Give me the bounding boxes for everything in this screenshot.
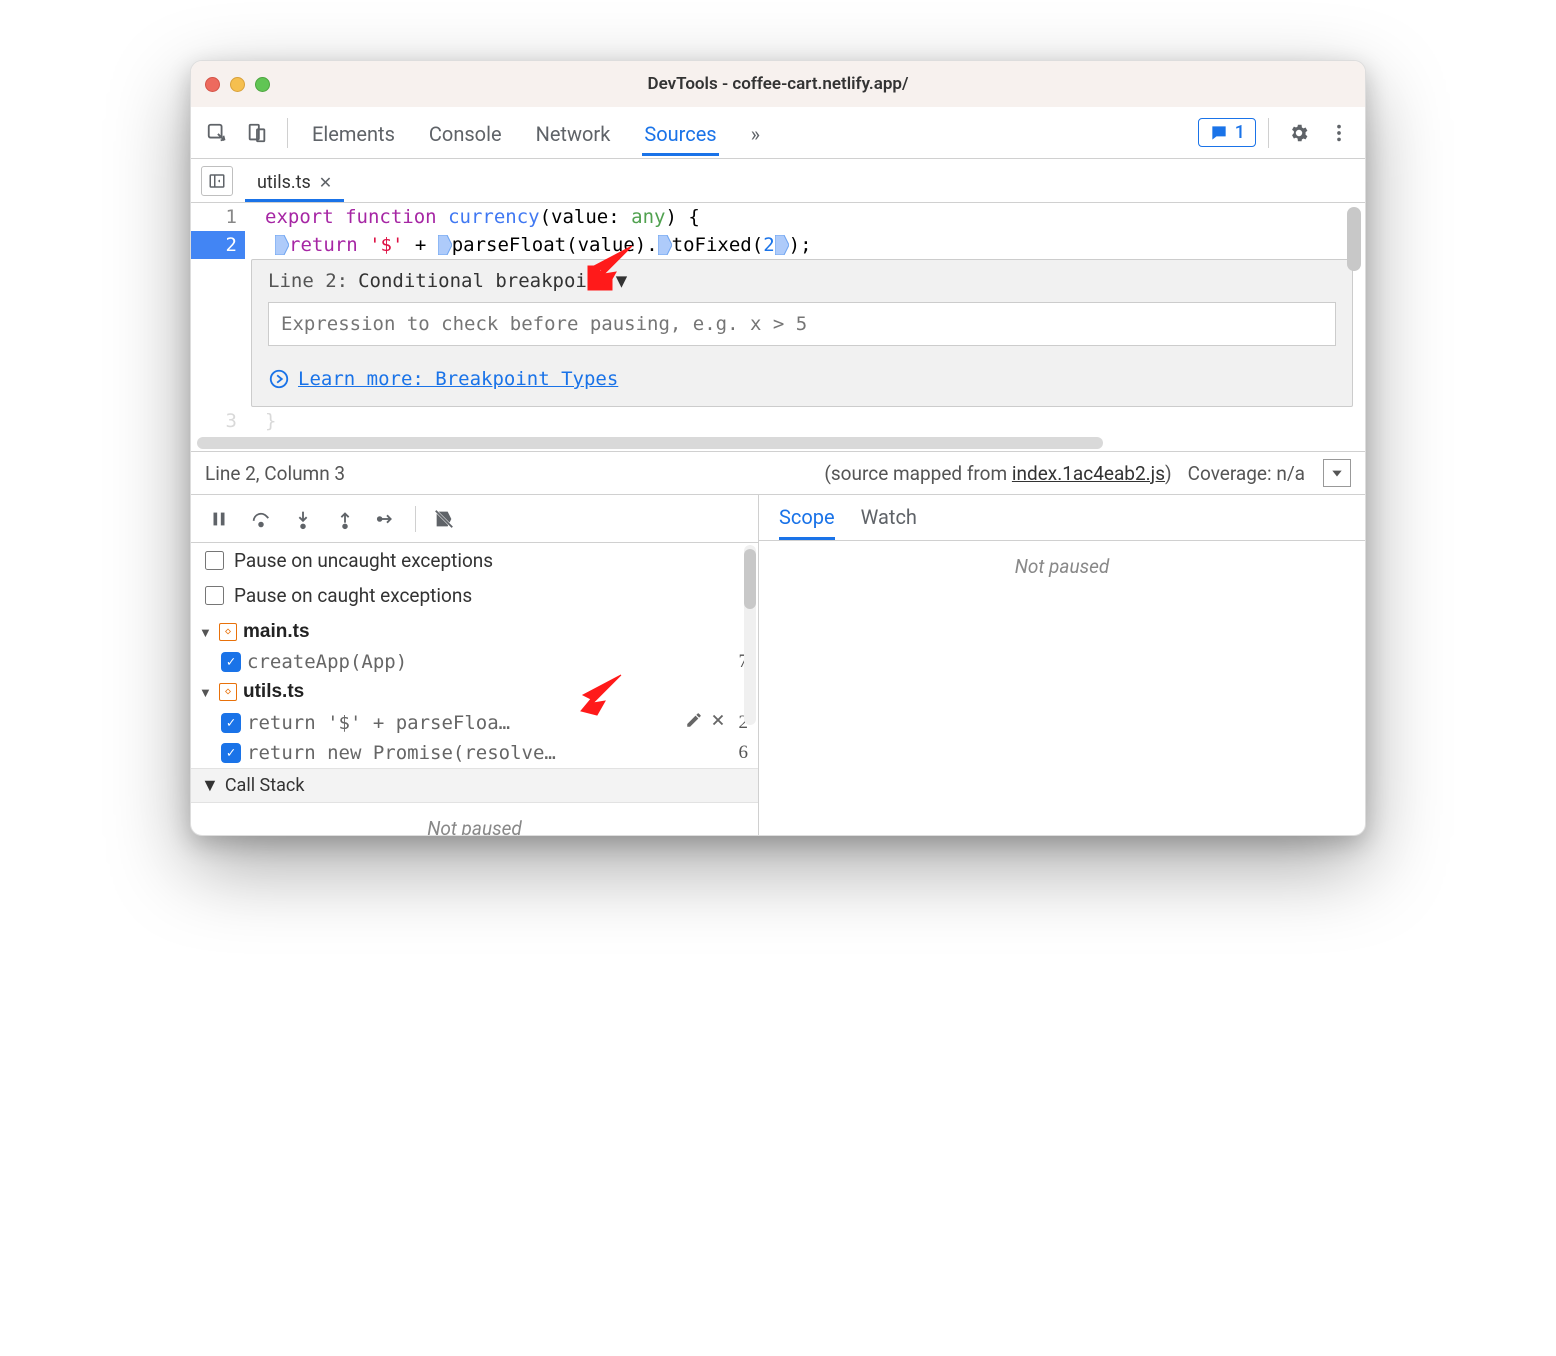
code-text-2: return '$' + parseFloat(value).toFixed(2… bbox=[245, 231, 812, 259]
minimize-window-button[interactable] bbox=[230, 77, 245, 92]
debugger-left-pane: Pause on uncaught exceptions Pause on ca… bbox=[191, 495, 759, 835]
navigator-toggle-icon[interactable] bbox=[201, 166, 233, 196]
learn-more-link[interactable]: Learn more: Breakpoint Types bbox=[268, 368, 1336, 390]
inline-bp-marker-icon[interactable] bbox=[775, 235, 789, 255]
code-vertical-scrollbar[interactable] bbox=[1347, 203, 1361, 443]
inline-bp-marker-icon[interactable] bbox=[438, 235, 452, 255]
devtools-window: DevTools - coffee-cart.netlify.app/ Elem… bbox=[190, 60, 1366, 836]
ts-file-icon: ⋄ bbox=[219, 683, 237, 701]
debugger-panes: Pause on uncaught exceptions Pause on ca… bbox=[191, 495, 1365, 835]
scope-watch-tabs: Scope Watch bbox=[759, 495, 1365, 541]
call-stack-header[interactable]: ▼ Call Stack bbox=[191, 768, 758, 803]
pause-icon[interactable] bbox=[201, 501, 237, 537]
pause-uncaught-row[interactable]: Pause on uncaught exceptions bbox=[191, 543, 758, 578]
close-window-button[interactable] bbox=[205, 77, 220, 92]
code-horizontal-scrollbar[interactable] bbox=[191, 435, 1365, 451]
breakpoints-tree: ▼ ⋄ main.ts ✓ createApp(App) 7 ▼ ⋄ utils… bbox=[191, 613, 758, 768]
breakpoint-item-hover[interactable]: ✓ return '$' + parseFloa… 2 bbox=[191, 707, 758, 738]
call-stack-not-paused: Not paused bbox=[191, 803, 758, 835]
coverage-label: Coverage: n/a bbox=[1188, 462, 1305, 485]
deactivate-breakpoints-icon[interactable] bbox=[426, 501, 462, 537]
inline-bp-marker-icon[interactable] bbox=[275, 235, 289, 255]
breakpoint-condition-input[interactable] bbox=[268, 302, 1336, 346]
window-controls bbox=[205, 77, 270, 92]
window-title: DevTools - coffee-cart.netlify.app/ bbox=[191, 74, 1365, 94]
issues-count: 1 bbox=[1235, 122, 1245, 143]
breakpoint-checkbox[interactable]: ✓ bbox=[221, 652, 241, 672]
device-toolbar-icon[interactable] bbox=[239, 115, 275, 151]
issues-badge[interactable]: 1 bbox=[1198, 118, 1256, 147]
separator bbox=[287, 118, 288, 148]
breakpoint-editor: Line 2: Conditional breakpoint ▼ Learn m… bbox=[251, 259, 1353, 407]
pause-caught-checkbox[interactable] bbox=[205, 586, 224, 605]
scope-not-paused: Not paused bbox=[759, 541, 1365, 592]
settings-gear-icon[interactable] bbox=[1281, 115, 1317, 151]
tab-network[interactable]: Network bbox=[534, 110, 613, 156]
source-mapped-label: (source mapped from index.1ac4eab2.js) bbox=[824, 462, 1171, 485]
disclosure-triangle-icon[interactable]: ▼ bbox=[199, 685, 213, 700]
left-pane-scrollbar[interactable] bbox=[744, 545, 756, 725]
gutter-3[interactable]: 3 bbox=[191, 407, 245, 435]
edit-breakpoint-icon[interactable] bbox=[685, 711, 703, 734]
pause-caught-label: Pause on caught exceptions bbox=[234, 584, 472, 607]
tab-elements[interactable]: Elements bbox=[310, 110, 397, 156]
code-editor[interactable]: 1 export function currency(value: any) {… bbox=[191, 203, 1365, 435]
file-tabs-row: utils.ts ✕ bbox=[191, 159, 1365, 203]
pause-uncaught-label: Pause on uncaught exceptions bbox=[234, 549, 493, 572]
pause-uncaught-checkbox[interactable] bbox=[205, 551, 224, 570]
code-text-1: export function currency(value: any) { bbox=[245, 203, 700, 231]
gutter-1[interactable]: 1 bbox=[191, 203, 245, 231]
zoom-window-button[interactable] bbox=[255, 77, 270, 92]
remove-breakpoint-icon[interactable] bbox=[709, 711, 727, 734]
ts-file-icon: ⋄ bbox=[219, 623, 237, 641]
close-tab-icon[interactable]: ✕ bbox=[319, 173, 332, 192]
chevron-down-icon: ▼ bbox=[616, 270, 627, 292]
inline-bp-marker-icon[interactable] bbox=[658, 235, 672, 255]
tab-console[interactable]: Console bbox=[427, 110, 504, 156]
breakpoint-item[interactable]: ✓ return new Promise(resolve… 6 bbox=[191, 738, 758, 768]
breakpoint-file-utils[interactable]: ▼ ⋄ utils.ts bbox=[191, 677, 758, 707]
code-line-2[interactable]: 2 return '$' + parseFloat(value).toFixed… bbox=[191, 231, 1365, 259]
tab-sources[interactable]: Sources bbox=[642, 110, 718, 156]
status-bar: Line 2, Column 3 (source mapped from ind… bbox=[191, 451, 1365, 495]
panel-tabs: Elements Console Network Sources » bbox=[310, 110, 762, 156]
tab-scope[interactable]: Scope bbox=[779, 505, 835, 540]
debugger-toolbar bbox=[191, 495, 758, 543]
step-into-icon[interactable] bbox=[285, 501, 321, 537]
inspect-element-icon[interactable] bbox=[199, 115, 235, 151]
debugger-right-pane: Scope Watch Not paused bbox=[759, 495, 1365, 835]
breakpoint-checkbox[interactable]: ✓ bbox=[221, 713, 241, 733]
gutter-2-breakpoint[interactable]: 2 bbox=[191, 231, 245, 259]
panel-tabs-bar: Elements Console Network Sources » 1 bbox=[191, 107, 1365, 159]
file-tab-utils[interactable]: utils.ts ✕ bbox=[245, 164, 344, 202]
code-text-3: } bbox=[245, 407, 276, 435]
code-line-1[interactable]: 1 export function currency(value: any) { bbox=[191, 203, 1365, 231]
kebab-menu-icon[interactable] bbox=[1321, 115, 1357, 151]
titlebar: DevTools - coffee-cart.netlify.app/ bbox=[191, 61, 1365, 107]
separator bbox=[1268, 118, 1269, 148]
step-out-icon[interactable] bbox=[327, 501, 363, 537]
cursor-position: Line 2, Column 3 bbox=[205, 462, 345, 485]
status-dropdown-icon[interactable] bbox=[1323, 459, 1351, 487]
step-icon[interactable] bbox=[369, 501, 405, 537]
source-map-link[interactable]: index.1ac4eab2.js bbox=[1012, 462, 1165, 485]
tab-watch[interactable]: Watch bbox=[861, 505, 917, 540]
pause-caught-row[interactable]: Pause on caught exceptions bbox=[191, 578, 758, 613]
step-over-icon[interactable] bbox=[243, 501, 279, 537]
breakpoint-type-dropdown[interactable]: Conditional breakpoint ▼ bbox=[358, 270, 627, 292]
more-tabs-button[interactable]: » bbox=[749, 110, 762, 156]
breakpoint-file-main[interactable]: ▼ ⋄ main.ts bbox=[191, 617, 758, 647]
code-line-3[interactable]: 3 } bbox=[191, 407, 1365, 435]
file-tab-label: utils.ts bbox=[257, 172, 311, 193]
bp-line-label: Line 2: bbox=[268, 270, 348, 292]
disclosure-triangle-icon[interactable]: ▼ bbox=[199, 625, 213, 640]
disclosure-triangle-icon[interactable]: ▼ bbox=[201, 775, 219, 796]
breakpoint-checkbox[interactable]: ✓ bbox=[221, 743, 241, 763]
breakpoint-item[interactable]: ✓ createApp(App) 7 bbox=[191, 647, 758, 677]
